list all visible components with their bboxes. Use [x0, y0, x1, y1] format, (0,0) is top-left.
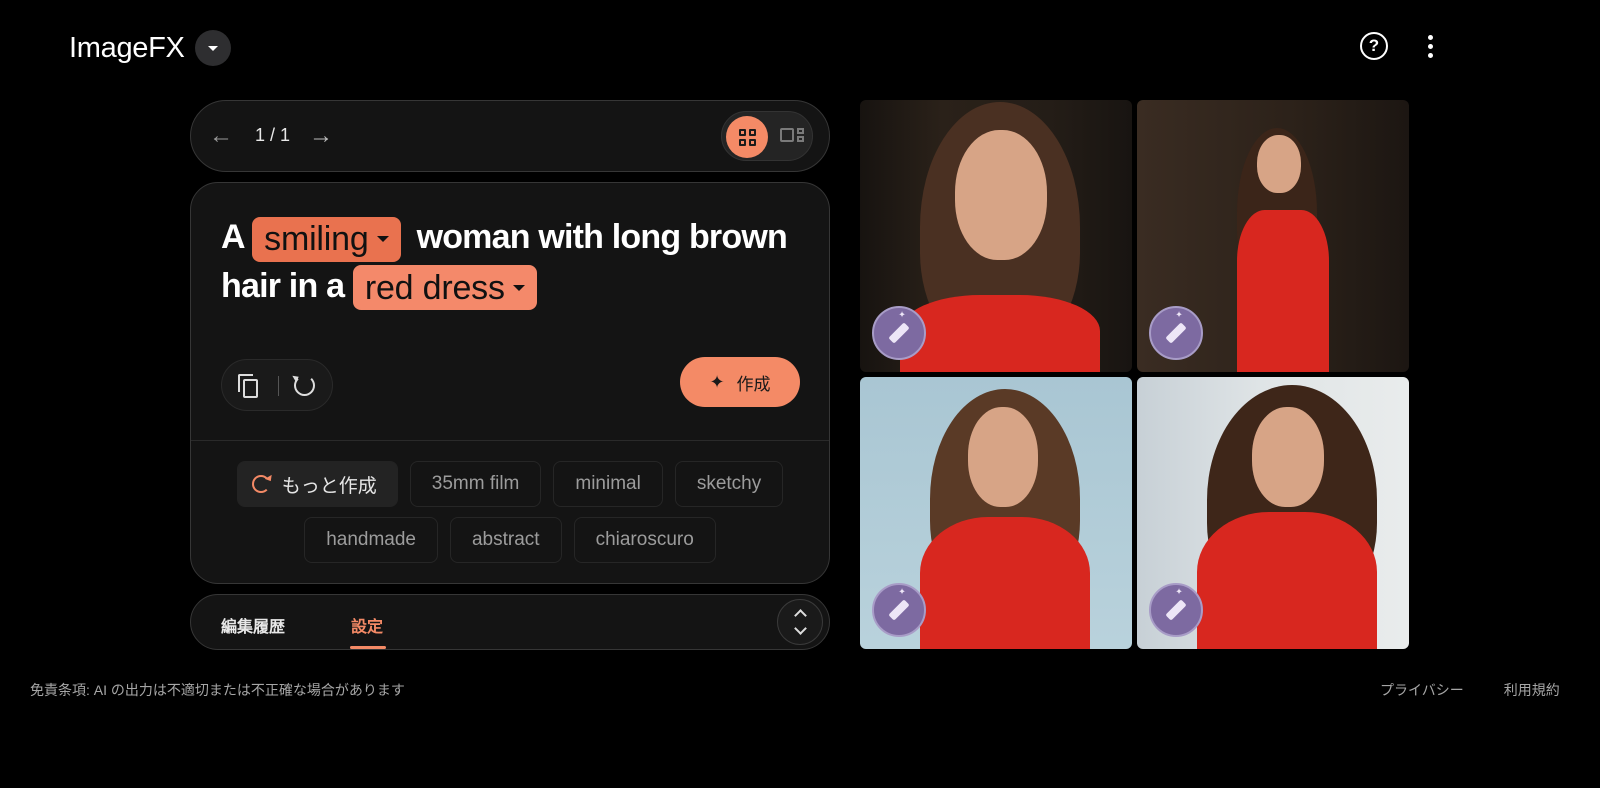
- tab-settings[interactable]: 設定: [351, 613, 383, 637]
- prompt-segment: woman with long brown: [416, 218, 788, 256]
- single-view-icon[interactable]: [780, 126, 806, 146]
- top-actions: ?: [1360, 32, 1442, 60]
- edit-image-button[interactable]: [872, 306, 926, 360]
- magic-wand-icon: [1165, 322, 1187, 344]
- more-create-button[interactable]: もっと作成: [236, 461, 398, 507]
- chip-label: red dress: [364, 268, 505, 307]
- suggestion-chip[interactable]: minimal: [553, 461, 663, 507]
- terms-link[interactable]: 利用規約: [1504, 680, 1560, 700]
- chevron-down-icon: [512, 284, 525, 291]
- generated-image-4[interactable]: [1137, 377, 1409, 649]
- refresh-icon: [251, 475, 270, 493]
- prompt-text[interactable]: A smiling woman with long brown hair in a…: [221, 213, 805, 311]
- disclaimer-text: 免責条項: AI の出力は不適切または不正確な場合があります: [30, 682, 405, 698]
- view-toggle: [721, 111, 813, 161]
- edit-image-button[interactable]: [1149, 583, 1203, 637]
- chevron-down-icon: [207, 45, 218, 51]
- chevron-up-icon: [793, 609, 807, 622]
- create-label: 作成: [736, 374, 771, 394]
- create-button[interactable]: ✦ 作成: [680, 357, 800, 407]
- page-indicator: 1 / 1: [255, 125, 291, 145]
- edit-image-button[interactable]: [872, 583, 926, 637]
- magic-wand-icon: [888, 599, 910, 621]
- divider: [191, 440, 829, 441]
- edit-image-button[interactable]: [1149, 306, 1203, 360]
- divider: [278, 376, 279, 396]
- help-icon[interactable]: ?: [1360, 32, 1388, 60]
- tab-history[interactable]: 編集履歴: [221, 613, 285, 637]
- grid-icon: [738, 128, 756, 146]
- more-vert-icon[interactable]: [1418, 32, 1442, 60]
- grid-view-button[interactable]: [726, 116, 768, 158]
- expand-button[interactable]: [777, 599, 823, 645]
- app-switcher-button[interactable]: [194, 30, 231, 66]
- suggestion-chip[interactable]: 35mm film: [409, 461, 542, 507]
- suggestion-row: handmade abstract chiaroscuro: [191, 517, 829, 563]
- arrow-forward-icon[interactable]: →: [309, 123, 333, 149]
- reset-icon[interactable]: [294, 375, 315, 396]
- app-brand: ImageFX: [69, 30, 231, 66]
- generated-image-1[interactable]: [860, 100, 1132, 372]
- prompt-tools: [221, 359, 333, 411]
- prompt-segment: hair in a: [221, 266, 345, 305]
- prompt-word: A: [221, 218, 244, 256]
- prompt-card: A smiling woman with long brown hair in a…: [190, 182, 830, 584]
- sparkle-icon: ✦: [709, 371, 725, 392]
- footer-links: プライバシー 利用規約: [1380, 680, 1560, 700]
- suggestion-chip[interactable]: sketchy: [674, 461, 784, 507]
- prompt-chip-smiling[interactable]: smiling: [252, 216, 401, 262]
- suggestion-row: もっと作成 35mm film minimal sketchy: [191, 461, 829, 507]
- magic-wand-icon: [1165, 599, 1187, 621]
- bottom-tabs: 編集履歴 設定: [190, 594, 830, 650]
- suggestion-chip[interactable]: abstract: [449, 517, 562, 563]
- generated-image-2[interactable]: [1137, 100, 1409, 372]
- chevron-down-icon: [376, 236, 389, 243]
- privacy-link[interactable]: プライバシー: [1380, 680, 1464, 700]
- suggestion-chip[interactable]: handmade: [304, 517, 438, 563]
- copy-icon[interactable]: [238, 374, 260, 398]
- more-create-label: もっと作成: [281, 475, 377, 497]
- pager-bar: ← 1 / 1 →: [190, 100, 830, 172]
- magic-wand-icon: [888, 322, 910, 344]
- generated-image-3[interactable]: [860, 377, 1132, 649]
- chevron-down-icon: [793, 622, 807, 635]
- app-title: ImageFX: [69, 31, 185, 64]
- prompt-chip-red-dress[interactable]: red dress: [352, 265, 537, 311]
- suggestion-chip[interactable]: chiaroscuro: [573, 517, 716, 563]
- chip-label: smiling: [264, 220, 369, 259]
- arrow-back-icon[interactable]: ←: [209, 123, 233, 149]
- active-tab-indicator: [350, 646, 386, 649]
